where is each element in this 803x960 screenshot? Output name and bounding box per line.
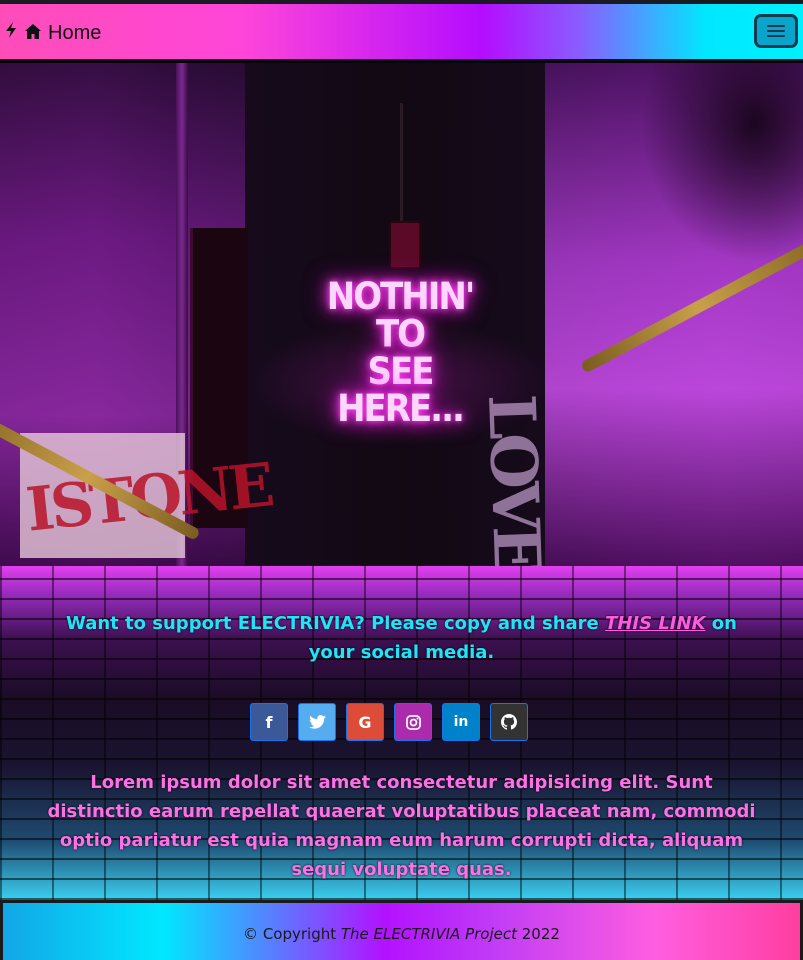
- twitter-button[interactable]: [298, 703, 336, 741]
- hero-shadow: [640, 63, 803, 263]
- neon-line-2: SEE HERE...: [337, 349, 465, 432]
- linkedin-button[interactable]: in: [442, 703, 480, 741]
- facebook-button[interactable]: f: [250, 703, 288, 741]
- social-buttons: f G in: [250, 703, 528, 741]
- instagram-button[interactable]: [394, 703, 432, 741]
- support-message: Want to support ELECTRIVIA? Please copy …: [60, 609, 743, 667]
- twitter-icon: [308, 715, 326, 729]
- copyright-text: © Copyright The ELECTRIVIA Project 2022: [3, 923, 800, 945]
- project-name: The ELECTRIVIA Project: [340, 925, 517, 943]
- navbar: Home: [0, 4, 803, 61]
- neon-sign: NOTHIN' TO SEE HERE...: [320, 278, 480, 428]
- support-text-before: Want to support ELECTRIVIA? Please copy …: [66, 613, 599, 634]
- brand-label: Home: [48, 22, 102, 44]
- facebook-icon: f: [265, 712, 273, 732]
- linkedin-icon: in: [453, 714, 469, 730]
- google-icon: G: [358, 712, 372, 732]
- copyright-year: 2022: [521, 925, 560, 943]
- lightning-icon: [4, 20, 18, 46]
- github-button[interactable]: [490, 703, 528, 741]
- house-icon: [24, 20, 42, 46]
- github-icon: [501, 714, 517, 730]
- copyright-prefix: © Copyright: [243, 925, 337, 943]
- hero-exit-box: [389, 221, 421, 269]
- hero-graffiti: LOVE: [473, 393, 555, 566]
- hero-cable: [400, 103, 403, 221]
- share-link[interactable]: THIS LINK: [605, 613, 705, 634]
- lorem-paragraph: Lorem ipsum dolor sit amet consectetur a…: [47, 772, 756, 880]
- footer: © Copyright The ELECTRIVIA Project 2022: [0, 900, 803, 960]
- home-link[interactable]: Home: [4, 20, 101, 46]
- google-button[interactable]: G: [346, 703, 384, 741]
- hero-image: NOTHIN' TO SEE HERE... ISTONE LOVE: [0, 63, 803, 566]
- neon-line-1: NOTHIN' TO: [326, 274, 476, 357]
- hamburger-menu-button[interactable]: [754, 14, 798, 48]
- hamburger-menu-icon: [767, 24, 785, 38]
- instagram-icon: [405, 714, 421, 730]
